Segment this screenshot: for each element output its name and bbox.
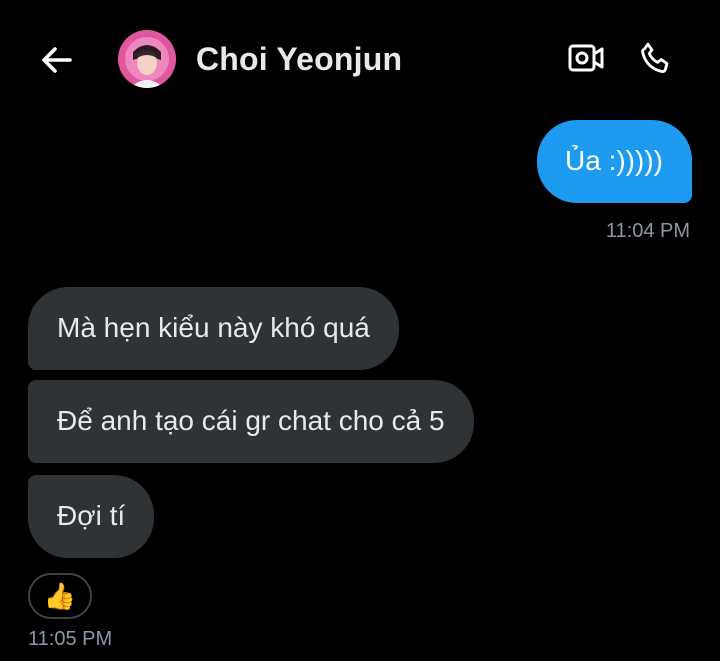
chat-header: Choi Yeonjun	[0, 0, 720, 118]
phone-icon	[641, 42, 669, 73]
thumbs-up-icon: 👍	[43, 580, 77, 611]
received-message-bubble[interactable]: Mà hẹn kiểu này khó quá	[28, 287, 399, 370]
received-message-bubble[interactable]: Đợi tí	[28, 475, 155, 558]
contact-name[interactable]: Choi Yeonjun	[196, 41, 402, 78]
received-timestamp: 11:05 PM	[28, 628, 113, 650]
video-camera-icon	[568, 44, 604, 72]
received-message-bubble[interactable]: Để anh tạo cái gr chat cho cả 5	[28, 380, 474, 463]
phone-call-button[interactable]	[634, 36, 678, 80]
video-call-button[interactable]	[564, 38, 608, 78]
sent-timestamp: 11:04 PM	[605, 220, 690, 242]
avatar[interactable]	[118, 30, 176, 88]
reaction-badge[interactable]: 👍	[28, 573, 92, 619]
back-button[interactable]	[36, 40, 76, 80]
arrow-left-icon	[42, 47, 72, 73]
avatar-image	[118, 30, 176, 88]
sent-message-bubble[interactable]: Ủa :)))))	[537, 120, 692, 203]
